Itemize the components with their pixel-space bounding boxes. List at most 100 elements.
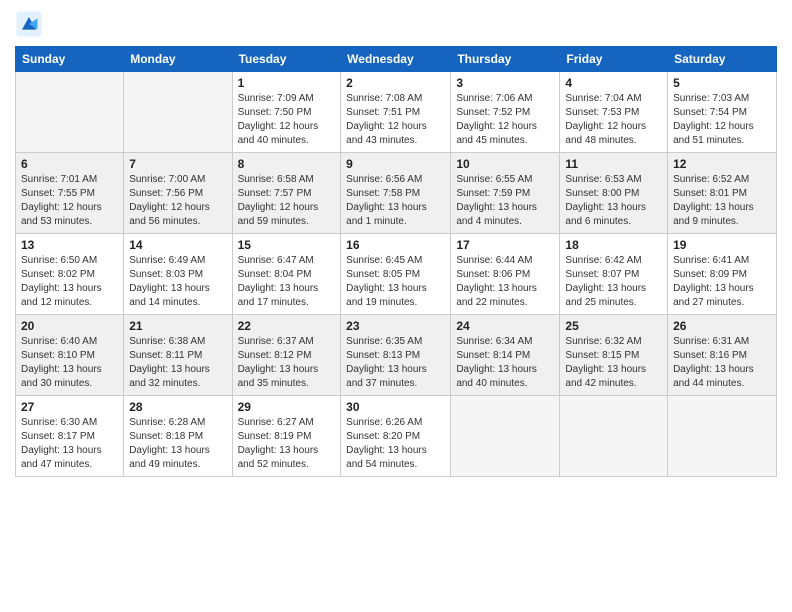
day-info: Sunrise: 6:58 AM Sunset: 7:57 PM Dayligh… [238,173,336,229]
day-number: 27 [21,400,118,414]
day-cell [16,72,124,153]
day-info: Sunrise: 6:45 AM Sunset: 8:05 PM Dayligh… [346,254,445,310]
day-cell: 3 Sunrise: 7:06 AM Sunset: 7:52 PM Daylig… [451,72,560,153]
day-info: Sunrise: 6:31 AM Sunset: 8:16 PM Dayligh… [673,335,771,391]
day-number: 9 [346,157,445,171]
day-number: 16 [346,238,445,252]
day-info: Sunrise: 6:52 AM Sunset: 8:01 PM Dayligh… [673,173,771,229]
day-cell [668,396,777,477]
header [15,10,777,38]
day-cell: 23Sunrise: 6:35 AM Sunset: 8:13 PM Dayli… [341,315,451,396]
day-cell: 30 Sunrise: 6:26 AM Sunset: 8:20 PM Dayli… [341,396,451,477]
day-number: 10 [456,157,554,171]
day-number: 29 [238,400,336,414]
day-cell: 29 Sunrise: 6:27 AM Sunset: 8:19 PM Dayli… [232,396,341,477]
day-number: 1 [238,76,336,90]
day-number: 19 [673,238,771,252]
day-number: 15 [238,238,336,252]
day-cell [451,396,560,477]
day-cell [124,72,232,153]
day-number: 24 [456,319,554,333]
day-number: 4 [565,76,662,90]
day-number: 14 [129,238,226,252]
week-row-1: 1Sunrise: 7:09 AM Sunset: 7:50 PM Daylig… [16,72,777,153]
day-cell: 14 Sunrise: 6:49 AM Sunset: 8:03 PM Dayli… [124,234,232,315]
header-cell-thursday: Thursday [451,47,560,72]
week-row-5: 27 Sunrise: 6:30 AM Sunset: 8:17 PM Dayli… [16,396,777,477]
header-cell-tuesday: Tuesday [232,47,341,72]
day-cell: 10 Sunrise: 6:55 AM Sunset: 7:59 PM Dayli… [451,153,560,234]
day-info: Sunrise: 6:32 AM Sunset: 8:15 PM Dayligh… [565,335,662,391]
day-info: Sunrise: 6:49 AM Sunset: 8:03 PM Dayligh… [129,254,226,310]
day-info: Sunrise: 6:56 AM Sunset: 7:58 PM Dayligh… [346,173,445,229]
day-info: Sunrise: 7:00 AM Sunset: 7:56 PM Dayligh… [129,173,226,229]
day-cell: 8 Sunrise: 6:58 AM Sunset: 7:57 PM Daylig… [232,153,341,234]
day-cell: 15 Sunrise: 6:47 AM Sunset: 8:04 PM Dayli… [232,234,341,315]
day-number: 13 [21,238,118,252]
day-info: Sunrise: 6:50 AM Sunset: 8:02 PM Dayligh… [21,254,118,310]
day-cell: 21 Sunrise: 6:38 AM Sunset: 8:11 PM Dayli… [124,315,232,396]
day-info: Sunrise: 7:04 AM Sunset: 7:53 PM Dayligh… [565,92,662,148]
day-cell: 4 Sunrise: 7:04 AM Sunset: 7:53 PM Daylig… [560,72,668,153]
day-cell: 2 Sunrise: 7:08 AM Sunset: 7:51 PM Daylig… [341,72,451,153]
header-cell-wednesday: Wednesday [341,47,451,72]
day-info: Sunrise: 6:47 AM Sunset: 8:04 PM Dayligh… [238,254,336,310]
day-number: 3 [456,76,554,90]
day-number: 30 [346,400,445,414]
day-number: 6 [21,157,118,171]
day-cell: 25 Sunrise: 6:32 AM Sunset: 8:15 PM Dayli… [560,315,668,396]
header-cell-friday: Friday [560,47,668,72]
day-info: Sunrise: 6:41 AM Sunset: 8:09 PM Dayligh… [673,254,771,310]
day-cell: 20Sunrise: 6:40 AM Sunset: 8:10 PM Dayli… [16,315,124,396]
day-info: Sunrise: 6:38 AM Sunset: 8:11 PM Dayligh… [129,335,226,391]
day-number: 28 [129,400,226,414]
day-info: Sunrise: 6:37 AM Sunset: 8:12 PM Dayligh… [238,335,336,391]
day-info: Sunrise: 6:53 AM Sunset: 8:00 PM Dayligh… [565,173,662,229]
day-info: Sunrise: 6:35 AM Sunset: 8:13 PM Dayligh… [346,335,445,391]
day-cell [560,396,668,477]
day-number: 26 [673,319,771,333]
header-cell-sunday: Sunday [16,47,124,72]
day-info: Sunrise: 6:55 AM Sunset: 7:59 PM Dayligh… [456,173,554,229]
day-cell: 19 Sunrise: 6:41 AM Sunset: 8:09 PM Dayli… [668,234,777,315]
day-cell: 11 Sunrise: 6:53 AM Sunset: 8:00 PM Dayli… [560,153,668,234]
logo [15,10,47,38]
day-number: 2 [346,76,445,90]
header-row: SundayMondayTuesdayWednesdayThursdayFrid… [16,47,777,72]
header-cell-saturday: Saturday [668,47,777,72]
day-number: 8 [238,157,336,171]
day-cell: 5 Sunrise: 7:03 AM Sunset: 7:54 PM Daylig… [668,72,777,153]
day-info: Sunrise: 6:26 AM Sunset: 8:20 PM Dayligh… [346,416,445,472]
day-info: Sunrise: 6:30 AM Sunset: 8:17 PM Dayligh… [21,416,118,472]
day-number: 5 [673,76,771,90]
week-row-4: 20Sunrise: 6:40 AM Sunset: 8:10 PM Dayli… [16,315,777,396]
day-cell: 28Sunrise: 6:28 AM Sunset: 8:18 PM Dayli… [124,396,232,477]
day-info: Sunrise: 6:27 AM Sunset: 8:19 PM Dayligh… [238,416,336,472]
day-number: 22 [238,319,336,333]
day-number: 21 [129,319,226,333]
calendar-body: 1Sunrise: 7:09 AM Sunset: 7:50 PM Daylig… [16,72,777,477]
day-info: Sunrise: 6:42 AM Sunset: 8:07 PM Dayligh… [565,254,662,310]
day-number: 17 [456,238,554,252]
day-cell: 12 Sunrise: 6:52 AM Sunset: 8:01 PM Dayli… [668,153,777,234]
day-cell: 18 Sunrise: 6:42 AM Sunset: 8:07 PM Dayli… [560,234,668,315]
day-cell: 26 Sunrise: 6:31 AM Sunset: 8:16 PM Dayli… [668,315,777,396]
day-cell: 22 Sunrise: 6:37 AM Sunset: 8:12 PM Dayli… [232,315,341,396]
day-number: 18 [565,238,662,252]
day-cell: 13 Sunrise: 6:50 AM Sunset: 8:02 PM Dayli… [16,234,124,315]
day-info: Sunrise: 7:03 AM Sunset: 7:54 PM Dayligh… [673,92,771,148]
week-row-3: 13 Sunrise: 6:50 AM Sunset: 8:02 PM Dayli… [16,234,777,315]
header-cell-monday: Monday [124,47,232,72]
day-number: 12 [673,157,771,171]
day-cell: 1Sunrise: 7:09 AM Sunset: 7:50 PM Daylig… [232,72,341,153]
day-number: 25 [565,319,662,333]
day-cell: 27 Sunrise: 6:30 AM Sunset: 8:17 PM Dayli… [16,396,124,477]
page: SundayMondayTuesdayWednesdayThursdayFrid… [0,0,792,612]
day-cell: 17Sunrise: 6:44 AM Sunset: 8:06 PM Dayli… [451,234,560,315]
day-number: 11 [565,157,662,171]
week-row-2: 6Sunrise: 7:01 AM Sunset: 7:55 PM Daylig… [16,153,777,234]
day-number: 20 [21,319,118,333]
day-info: Sunrise: 7:08 AM Sunset: 7:51 PM Dayligh… [346,92,445,148]
day-cell: 9 Sunrise: 6:56 AM Sunset: 7:58 PM Daylig… [341,153,451,234]
day-info: Sunrise: 7:06 AM Sunset: 7:52 PM Dayligh… [456,92,554,148]
